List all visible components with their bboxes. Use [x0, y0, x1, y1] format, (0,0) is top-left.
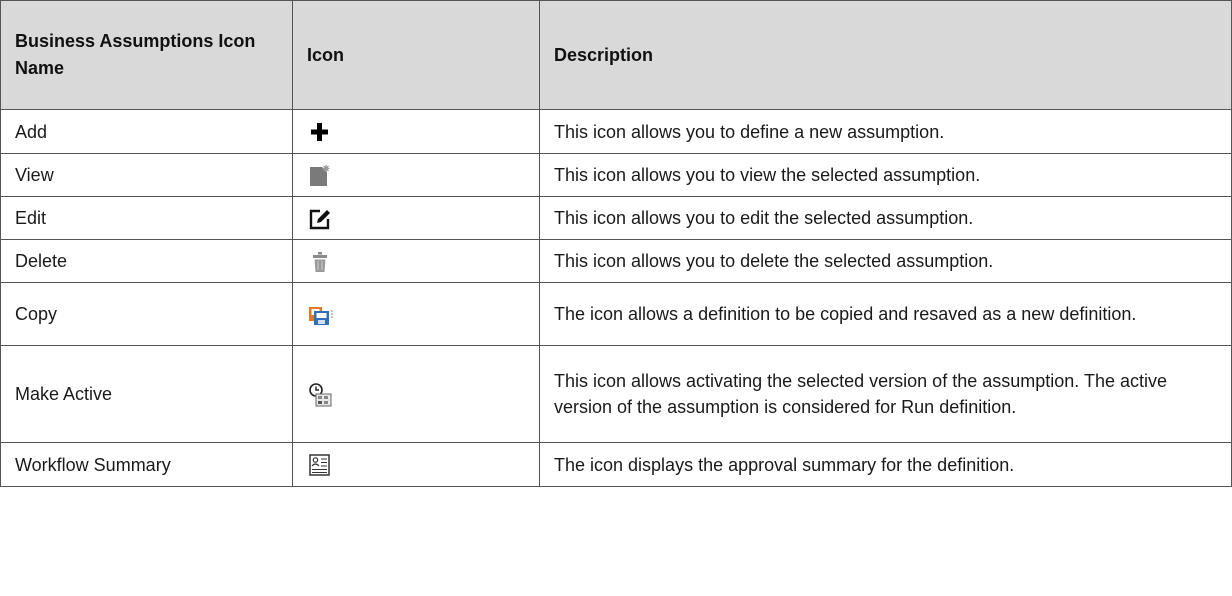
table-row: Edit This icon allows you to edit the se…: [0, 196, 1232, 240]
table-header-row: Business Assumptions Icon Name Icon Desc…: [0, 0, 1232, 110]
table-row: Copy The icon allows a definition to be …: [0, 282, 1232, 346]
row-icon-cell: [292, 345, 540, 443]
row-description: This icon allows you to define a new ass…: [539, 109, 1232, 154]
header-description: Description: [539, 0, 1232, 110]
row-icon-cell: [292, 109, 540, 154]
row-name: Add: [0, 109, 293, 154]
row-description: This icon allows you to delete the selec…: [539, 239, 1232, 283]
row-icon-cell: [292, 442, 540, 487]
copy-save-icon: [307, 302, 333, 328]
make-active-clock-icon: [307, 382, 333, 408]
row-description: The icon displays the approval summary f…: [539, 442, 1232, 487]
row-description: The icon allows a definition to be copie…: [539, 282, 1232, 346]
header-icon-name: Business Assumptions Icon Name: [0, 0, 293, 110]
row-icon-cell: [292, 239, 540, 283]
table-row: Make Active This icon allows activating …: [0, 345, 1232, 443]
row-name: Workflow Summary: [0, 442, 293, 487]
table-row: Delete This icon allows you to delete th…: [0, 239, 1232, 283]
header-icon: Icon: [292, 0, 540, 110]
row-description: This icon allows you to edit the selecte…: [539, 196, 1232, 240]
row-icon-cell: [292, 153, 540, 197]
table-row: Add This icon allows you to define a new…: [0, 109, 1232, 154]
row-icon-cell: [292, 282, 540, 346]
add-plus-icon: [307, 119, 333, 145]
delete-trash-icon: [307, 249, 333, 275]
edit-pencil-icon: [307, 206, 333, 232]
row-name: Delete: [0, 239, 293, 283]
table-row: View This icon allows you to view the se…: [0, 153, 1232, 197]
row-description: This icon allows you to view the selecte…: [539, 153, 1232, 197]
workflow-summary-icon: [307, 452, 333, 478]
row-name: Copy: [0, 282, 293, 346]
view-document-icon: [307, 163, 333, 189]
row-name: Make Active: [0, 345, 293, 443]
business-assumptions-icons-table: Business Assumptions Icon Name Icon Desc…: [0, 0, 1232, 487]
row-description: This icon allows activating the selected…: [539, 345, 1232, 443]
table-row: Workflow Summary The icon displays the a…: [0, 442, 1232, 487]
row-name: Edit: [0, 196, 293, 240]
row-name: View: [0, 153, 293, 197]
row-icon-cell: [292, 196, 540, 240]
